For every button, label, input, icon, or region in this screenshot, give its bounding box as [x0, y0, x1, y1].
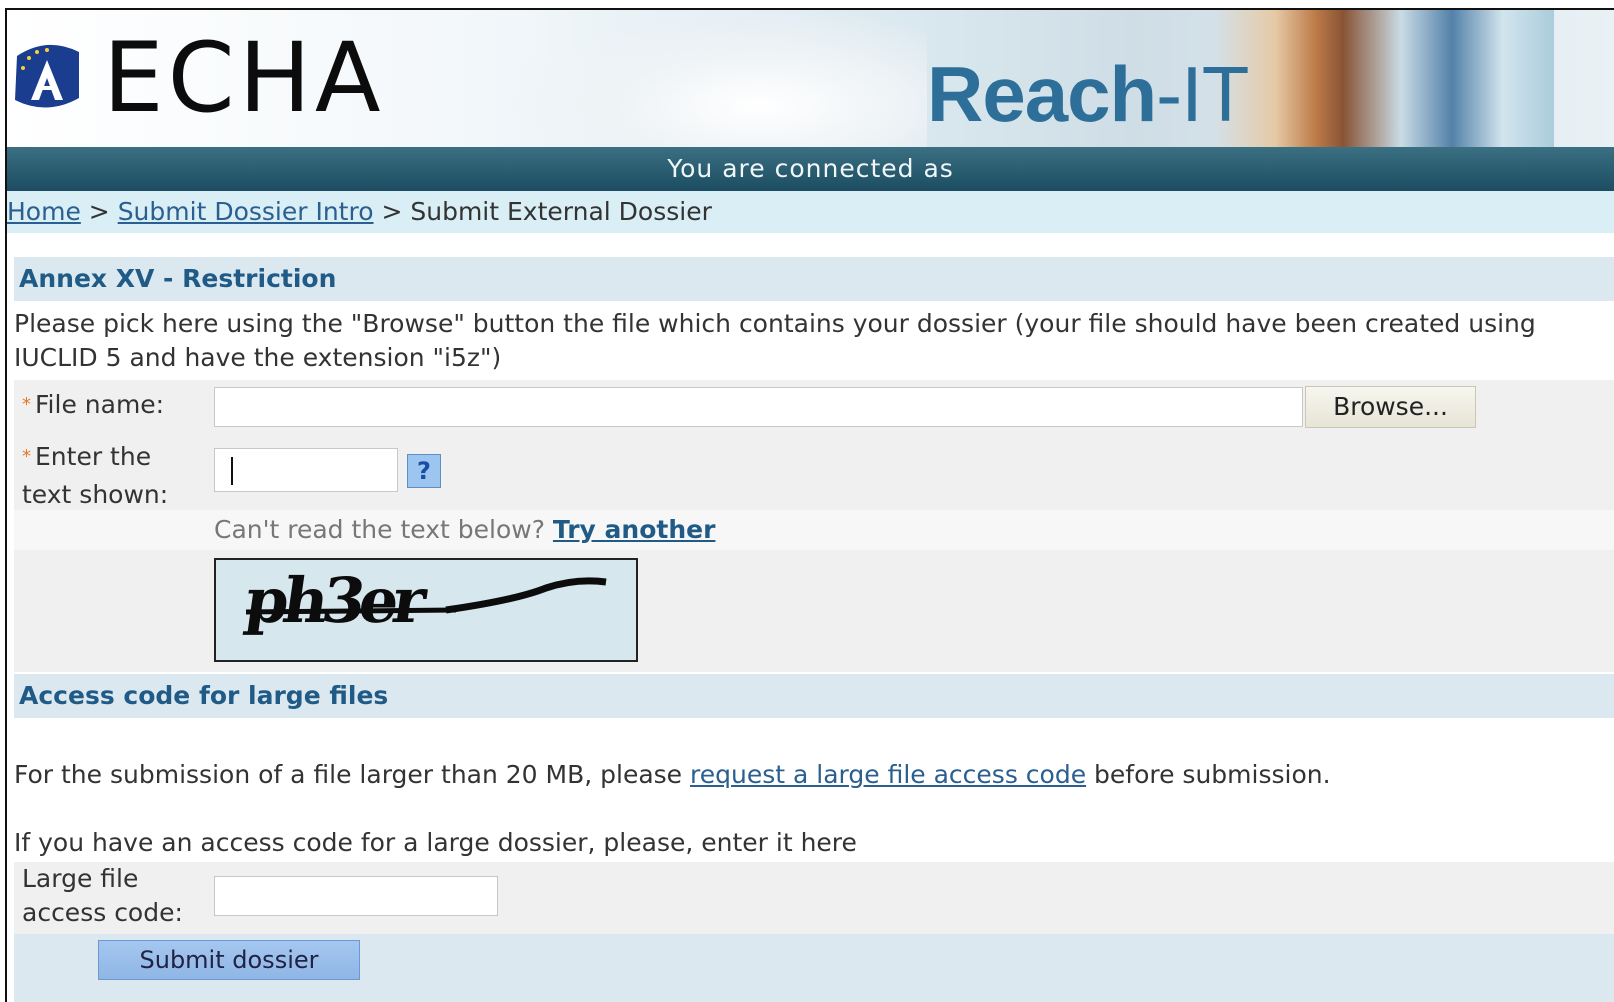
file-name-row: * File name: Browse...: [14, 380, 1614, 434]
captcha-input-row: * Enter the text shown: ?: [14, 434, 1614, 510]
captcha-image: ph3er: [214, 558, 638, 662]
section-title-access-code: Access code for large files: [14, 674, 1614, 718]
banner-photo-lab: [1214, 10, 1554, 147]
required-marker-icon: *: [22, 446, 31, 467]
access-code-label-line1: Large file: [22, 864, 139, 893]
required-marker-icon: *: [22, 394, 31, 415]
large-file-note: For the submission of a file larger than…: [14, 756, 1331, 794]
reach-it-title: Reach-IT: [927, 54, 1249, 134]
dossier-instructions: Please pick here using the "Browse" butt…: [14, 309, 1536, 372]
captcha-label-line2: text shown:: [22, 480, 169, 509]
access-code-label: Large file access code:: [22, 862, 183, 930]
echa-logo-text: ECHA: [103, 22, 385, 134]
echa-logo-icon: [15, 44, 79, 108]
submit-dossier-button[interactable]: Submit dossier: [98, 940, 360, 980]
request-access-code-link[interactable]: request a large file access code: [690, 760, 1086, 789]
captcha-image-row: ph3er: [14, 550, 1614, 672]
try-another-link[interactable]: Try another: [553, 515, 716, 544]
captcha-input[interactable]: [214, 448, 398, 492]
breadcrumb-current: Submit External Dossier: [410, 197, 712, 226]
access-code-label-line2: access code:: [22, 898, 183, 927]
captcha-refresh-line: Can't read the text below? Try another: [214, 510, 715, 550]
file-name-label: * File name:: [22, 386, 164, 424]
captcha-label-line1: Enter the: [35, 442, 152, 471]
reach-it-suffix: -IT: [1156, 50, 1249, 138]
text-cursor: [231, 457, 233, 485]
file-name-input[interactable]: [214, 387, 1303, 427]
captcha-help-icon[interactable]: ?: [407, 454, 441, 488]
reach-it-name: Reach: [927, 50, 1157, 138]
breadcrumb-separator: >: [381, 197, 403, 226]
captcha-refresh-row: Can't read the text below? Try another: [14, 510, 1614, 550]
captcha-label: * Enter the text shown:: [22, 438, 168, 514]
large-file-note-prefix: For the submission of a file larger than…: [14, 760, 683, 789]
access-code-instruction: If you have an access code for a large d…: [14, 828, 857, 857]
connection-status-bar: You are connected as: [7, 147, 1614, 191]
header-banner: ECHA Reach-IT: [7, 10, 1614, 147]
file-name-label-text: File name:: [35, 390, 165, 419]
submit-row: Submit dossier: [14, 934, 1614, 1002]
page-frame: ECHA Reach-IT You are connected as Home …: [5, 8, 1614, 1002]
breadcrumb-separator: >: [88, 197, 110, 226]
captcha-text: ph3er: [240, 564, 425, 637]
breadcrumb-home-link[interactable]: Home: [7, 197, 81, 226]
large-file-note-suffix: before submission.: [1094, 760, 1331, 789]
cant-read-text: Can't read the text below?: [214, 515, 545, 544]
browse-button[interactable]: Browse...: [1305, 386, 1476, 428]
banner-photo-hand: [507, 10, 927, 147]
access-code-row: Large file access code:: [14, 862, 1614, 934]
breadcrumb-submit-dossier-intro-link[interactable]: Submit Dossier Intro: [118, 197, 374, 226]
breadcrumb: Home > Submit Dossier Intro > Submit Ext…: [7, 191, 1614, 233]
section-title-annex-xv: Annex XV - Restriction: [14, 257, 1614, 301]
access-code-input[interactable]: [214, 876, 498, 916]
